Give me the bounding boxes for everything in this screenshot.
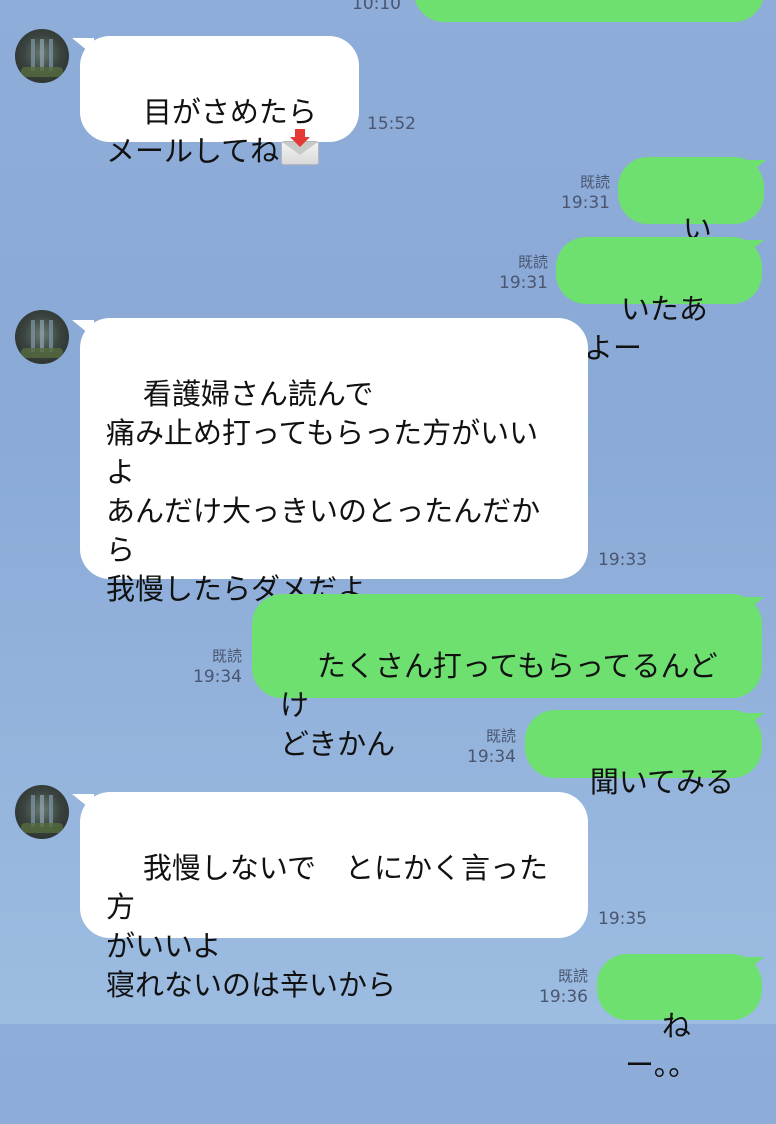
contact-avatar[interactable] xyxy=(15,785,69,839)
contact-avatar[interactable] xyxy=(15,310,69,364)
outgoing-message-bubble[interactable]: いたあよー xyxy=(556,237,762,365)
read-receipt: 既読 xyxy=(485,727,516,745)
message-time: 19:34 xyxy=(467,747,516,767)
clipped-outgoing-bubble[interactable] xyxy=(414,0,764,22)
message-time: 19:36 xyxy=(539,987,588,1007)
outgoing-message-bubble[interactable]: ねー。。 xyxy=(597,954,762,1082)
message-time: 19:35 xyxy=(598,909,647,929)
message-time: 19:31 xyxy=(561,193,610,213)
incoming-message-bubble[interactable]: 我慢しないで とにかく言った方 がいいよ 寝れないのは辛いから xyxy=(80,792,588,1002)
message-time: 19:34 xyxy=(193,667,242,687)
outgoing-message-bubble[interactable]: たくさん打ってもらってるんどけ どきかん xyxy=(252,594,762,761)
message-meta: 既読 19:36 xyxy=(518,966,588,1008)
message-meta: 既読 19:34 xyxy=(172,646,242,688)
message-meta: 既読 19:31 xyxy=(540,172,610,214)
read-receipt: 既読 xyxy=(579,173,610,191)
chat-view: 10:10 目がさめたら メールしてね 15:52 既読 19:31 いたい 既… xyxy=(0,0,776,1082)
outgoing-message-bubble[interactable]: 聞いてみるよ xyxy=(525,710,762,838)
message-time: 15:52 xyxy=(367,114,416,134)
message-time: 19:31 xyxy=(499,273,548,293)
read-receipt: 既読 xyxy=(557,967,588,985)
outgoing-message-bubble[interactable]: いたい xyxy=(618,157,764,285)
read-receipt: 既読 xyxy=(211,647,242,665)
message-meta: 既読 19:34 xyxy=(446,726,516,768)
message-meta: 既読 19:31 xyxy=(478,252,548,294)
message-text: いたあよー xyxy=(584,292,708,365)
incoming-message-bubble[interactable]: 目がさめたら メールしてね xyxy=(80,36,359,168)
envelope-arrow-icon xyxy=(281,129,320,165)
message-text: 看護婦さん読んで 痛み止め打ってもらった方がいい よ あんだけ大っきいのとったん… xyxy=(106,377,541,606)
contact-avatar[interactable] xyxy=(15,29,69,83)
message-time: 19:33 xyxy=(598,550,647,570)
message-text: ねー。。 xyxy=(625,1009,698,1082)
read-receipt: 既読 xyxy=(517,253,548,271)
incoming-message-bubble[interactable]: 看護婦さん読んで 痛み止め打ってもらった方がいい よ あんだけ大っきいのとったん… xyxy=(80,318,588,606)
message-text: 我慢しないで とにかく言った方 がいいよ 寝れないのは辛いから xyxy=(106,851,549,1002)
clipped-time: 10:10 xyxy=(352,0,401,14)
